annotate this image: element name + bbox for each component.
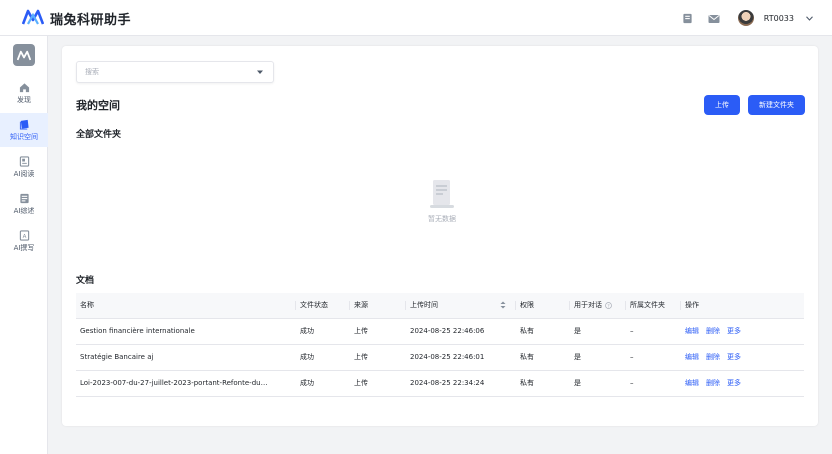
home-icon (19, 82, 29, 92)
sidebar-logo-icon[interactable] (13, 44, 35, 66)
sidebar: 发现 知识空间 AI阅读 AI综述 A AI撰写 (0, 36, 48, 454)
app-title: 瑞兔科研助手 (50, 13, 132, 28)
svg-text:A: A (22, 233, 26, 239)
column-header-upload-time[interactable]: 上传时间 (406, 293, 516, 319)
table-row: Gestion financière internationale 成功 上传 … (76, 318, 804, 345)
sidebar-item-knowledge-space[interactable]: 知识空间 (0, 113, 48, 147)
username[interactable]: RT0033 (764, 14, 794, 23)
cell-name[interactable]: Stratégie Bancaire aj (76, 344, 296, 371)
edit-link[interactable]: 编辑 (685, 353, 699, 361)
cell-permission: 私有 (516, 370, 570, 397)
upload-button[interactable]: 上传 (704, 95, 740, 115)
cell-actions: 编辑 删除 更多 (681, 370, 804, 397)
cell-status: 成功 (296, 370, 350, 397)
cell-status: 成功 (296, 318, 350, 345)
cell-upload-time: 2024-08-25 22:46:01 (406, 344, 516, 371)
cell-folder: – (626, 318, 681, 345)
mail-icon[interactable] (706, 10, 722, 26)
sidebar-item-ai-reading[interactable]: AI阅读 (0, 150, 48, 184)
app-logo-icon (22, 9, 44, 25)
documents-section-title: 文档 (76, 276, 95, 286)
cell-source: 上传 (350, 318, 406, 345)
edit-link[interactable]: 编辑 (685, 327, 699, 335)
sidebar-item-label: AI撰写 (13, 243, 35, 252)
avatar[interactable] (737, 10, 754, 26)
cell-for-chat: 是 (570, 370, 626, 397)
cell-upload-time: 2024-08-25 22:34:24 (406, 370, 516, 397)
cell-source: 上传 (350, 344, 406, 371)
top-bar: 瑞兔科研助手 RT0033 (0, 0, 832, 36)
cell-actions: 编辑 删除 更多 (681, 344, 804, 371)
reader-icon (19, 155, 29, 167)
delete-link[interactable]: 删除 (706, 353, 720, 361)
column-header-name: 名称 (76, 293, 296, 319)
documents-table: 名称 文件状态 来源 上传时间 权限 用于对话? 所属文件夹 操作 Gestio… (76, 293, 804, 397)
column-header-status: 文件状态 (296, 293, 350, 319)
sidebar-item-label: AI阅读 (13, 169, 35, 178)
folders-section-title: 全部文件夹 (76, 130, 122, 140)
cell-folder: – (626, 370, 681, 397)
knowledge-space-panel: 我的空间 上传 新建文件夹 全部文件夹 暂无数据 文档 名称 文件状态 来源 上… (62, 46, 818, 426)
summary-icon (19, 193, 29, 203)
sidebar-item-label: 发现 (17, 95, 31, 104)
more-link[interactable]: 更多 (727, 327, 741, 335)
more-link[interactable]: 更多 (727, 379, 741, 387)
sidebar-item-discover[interactable]: 发现 (0, 76, 48, 110)
caret-down-icon[interactable] (256, 68, 264, 76)
column-header-actions: 操作 (681, 293, 804, 319)
sidebar-item-ai-review[interactable]: AI综述 (0, 187, 48, 221)
chevron-down-icon[interactable] (804, 13, 814, 23)
cell-upload-time: 2024-08-25 22:46:06 (406, 318, 516, 345)
more-link[interactable]: 更多 (727, 353, 741, 361)
edit-link[interactable]: 编辑 (685, 379, 699, 387)
page-title: 我的空间 (76, 99, 120, 112)
book-icon (19, 119, 29, 130)
cell-for-chat: 是 (570, 344, 626, 371)
empty-state-text: 暂无数据 (428, 215, 456, 223)
column-header-for-chat-label: 用于对话 (574, 301, 602, 310)
column-header-source: 来源 (350, 293, 406, 319)
empty-state: 暂无数据 (412, 178, 472, 224)
empty-document-icon (430, 180, 454, 208)
column-header-upload-time-label: 上传时间 (410, 301, 438, 310)
delete-link[interactable]: 删除 (706, 327, 720, 335)
table-row: Loi-2023-007-du-27-juillet-2023-portant-… (76, 370, 804, 397)
search-input[interactable] (76, 61, 274, 83)
table-header-row: 名称 文件状态 来源 上传时间 权限 用于对话? 所属文件夹 操作 (76, 293, 804, 319)
cell-folder: – (626, 344, 681, 371)
cell-name[interactable]: Loi-2023-007-du-27-juillet-2023-portant-… (76, 370, 296, 397)
top-right-controls: RT0033 (680, 0, 814, 36)
cell-permission: 私有 (516, 344, 570, 371)
cell-status: 成功 (296, 344, 350, 371)
sidebar-item-ai-writing[interactable]: A AI撰写 (0, 224, 48, 258)
sort-icon[interactable] (500, 301, 506, 309)
book-icon[interactable] (680, 10, 696, 26)
column-header-for-chat: 用于对话? (570, 293, 626, 319)
sidebar-item-label: AI综述 (13, 206, 35, 215)
delete-link[interactable]: 删除 (706, 379, 720, 387)
table-row: Stratégie Bancaire aj 成功 上传 2024-08-25 2… (76, 344, 804, 371)
cell-source: 上传 (350, 370, 406, 397)
cell-name[interactable]: Gestion financière internationale (76, 318, 296, 345)
write-icon: A (19, 229, 29, 241)
cell-actions: 编辑 删除 更多 (681, 318, 804, 345)
new-folder-button[interactable]: 新建文件夹 (748, 95, 805, 115)
cell-for-chat: 是 (570, 318, 626, 345)
help-icon[interactable]: ? (605, 301, 612, 309)
column-header-permission: 权限 (516, 293, 570, 319)
cell-permission: 私有 (516, 318, 570, 345)
column-header-folder: 所属文件夹 (626, 293, 681, 319)
sidebar-item-label: 知识空间 (10, 132, 38, 141)
